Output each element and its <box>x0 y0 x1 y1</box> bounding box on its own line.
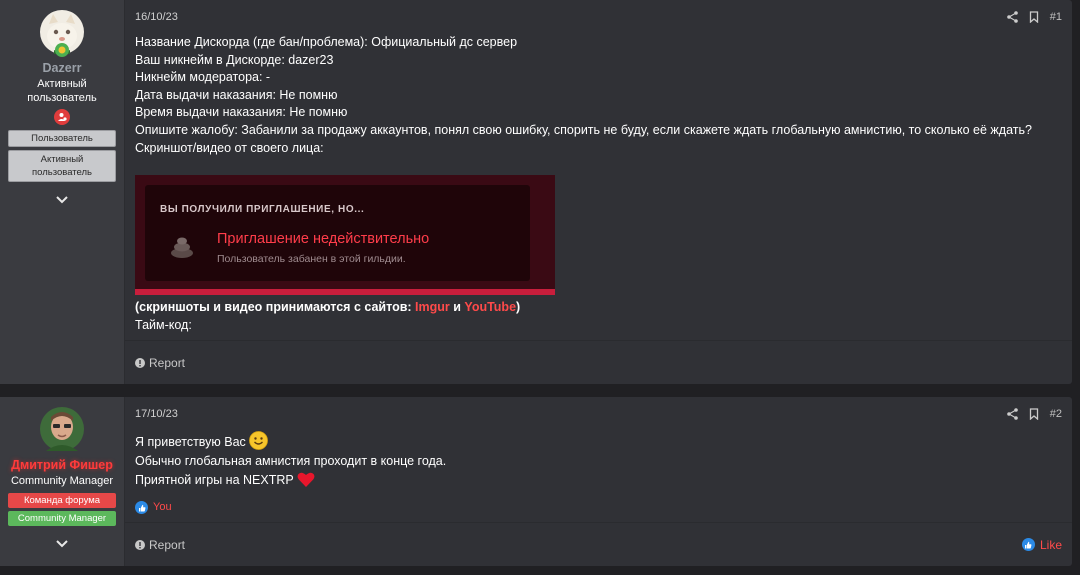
like-button[interactable]: Like <box>1021 537 1062 552</box>
bookmark-icon[interactable] <box>1029 408 1039 420</box>
poop-emoji-icon <box>171 237 193 259</box>
content-line: Никнейм модератора: - <box>135 70 271 85</box>
invite-subtitle: Пользователь забанен в этой гильдии. <box>217 253 406 266</box>
sources-prefix: (скриншоты и видео принимаются с сайтов: <box>135 300 416 315</box>
avatar[interactable] <box>40 10 84 57</box>
post-footer: Report <box>125 340 1072 384</box>
reactions-bar[interactable]: You <box>135 498 1062 517</box>
post-number[interactable]: #1 <box>1050 11 1062 23</box>
badge-active-user: Активный пользователь <box>8 150 116 182</box>
post-content: Название Дискорда (где бан/проблема): Оф… <box>135 34 1062 334</box>
attached-screenshot[interactable]: ВЫ ПОЛУЧИЛИ ПРИГЛАШЕНИЕ, НО... Приглашен… <box>135 175 555 296</box>
post-actions: #2 <box>1006 408 1062 420</box>
youtube-link[interactable]: YouTube <box>464 300 516 314</box>
content-line: Обычно глобальная амнистия проходит в ко… <box>135 454 447 468</box>
invite-card: ВЫ ПОЛУЧИЛИ ПРИГЛАШЕНИЕ, НО... Приглашен… <box>145 185 530 282</box>
badge-user: Пользователь <box>8 130 116 147</box>
like-icon <box>1021 538 1035 551</box>
heart-emoji-icon <box>297 472 315 487</box>
content-line: Ваш никнейм в Дискорде: dazer23 <box>135 52 334 67</box>
user-cell: Dazerr Активный пользователь Пользовател… <box>0 0 124 384</box>
like-icon <box>135 501 148 514</box>
avatar[interactable] <box>40 407 84 451</box>
share-icon[interactable] <box>1006 408 1018 420</box>
badge-forum-team: Команда форума <box>8 493 116 508</box>
content-line: Скриншот/видео от своего лица: <box>135 140 324 155</box>
content-line: Опишите жалобу: Забанили за продажу акка… <box>135 122 1032 137</box>
user-cell: Дмитрий Фишер Community Manager Команда … <box>0 397 124 566</box>
sources-line: (скриншоты и видео принимаются с сайтов:… <box>135 299 1062 317</box>
post-number[interactable]: #2 <box>1050 408 1062 420</box>
content-line: Приятной игры на NEXTRP <box>135 471 1062 490</box>
sources-suffix: ) <box>516 300 521 315</box>
report-link[interactable]: Report <box>135 356 185 370</box>
post-actions: #1 <box>1006 11 1062 23</box>
bookmark-icon[interactable] <box>1029 11 1039 23</box>
invite-error: Приглашение недействительно <box>217 231 430 248</box>
post-footer: Report Like <box>125 522 1072 566</box>
invite-title: ВЫ ПОЛУЧИЛИ ПРИГЛАШЕНИЕ, НО... <box>160 204 365 216</box>
like-label: Like <box>1039 537 1062 552</box>
post-main: 17/10/23 #2 Я приветствую Вас Обычно гло… <box>124 397 1072 566</box>
content-line: Название Дискорда (где бан/проблема): Оф… <box>135 35 518 49</box>
report-icon <box>135 539 145 550</box>
user-status-icon <box>54 109 70 125</box>
user-title: Community Manager <box>10 475 114 487</box>
post-header: 17/10/23 #2 <box>135 397 1062 431</box>
username[interactable]: Dazerr <box>43 61 82 75</box>
report-link[interactable]: Report <box>135 538 185 552</box>
content-line: Я приветствую Вас <box>135 431 1062 452</box>
username[interactable]: Дмитрий Фишер <box>11 458 113 472</box>
reactions-user[interactable]: You <box>153 498 172 517</box>
timecode-label: Тайм-код: <box>135 317 192 332</box>
greeting-text: Я приветствую Вас <box>135 435 246 449</box>
badge-community-manager: Community Manager <box>8 511 116 526</box>
post-2: Дмитрий Фишер Community Manager Команда … <box>0 397 1072 566</box>
report-icon <box>135 357 145 368</box>
post-1: Dazerr Активный пользователь Пользовател… <box>0 0 1072 384</box>
share-icon[interactable] <box>1006 11 1018 23</box>
chevron-down-icon[interactable] <box>55 536 69 554</box>
smile-emoji-icon <box>248 431 268 450</box>
content-line: Дата выдачи наказания: Не помню <box>135 87 338 102</box>
post-header: 16/10/23 #1 <box>135 0 1062 34</box>
imgur-link[interactable]: Imgur <box>415 300 450 314</box>
report-label: Report <box>149 537 186 552</box>
post-content: Я приветствую Вас Обычно глобальная амни… <box>135 431 1062 517</box>
post-main: 16/10/23 #1 Название Дискорда (где бан/п… <box>124 0 1072 384</box>
content-line: Время выдачи наказания: Не помню <box>135 105 348 120</box>
closing-text: Приятной игры на NEXTRP <box>135 473 294 487</box>
post-date[interactable]: 17/10/23 <box>135 408 178 420</box>
sources-and: и <box>449 300 465 315</box>
report-label: Report <box>149 355 186 370</box>
chevron-down-icon[interactable] <box>55 192 69 210</box>
leaf-icon <box>55 43 69 57</box>
screenshot-bottom-bar <box>135 289 555 296</box>
post-date[interactable]: 16/10/23 <box>135 11 178 23</box>
user-title: Активный пользователь <box>27 78 97 104</box>
